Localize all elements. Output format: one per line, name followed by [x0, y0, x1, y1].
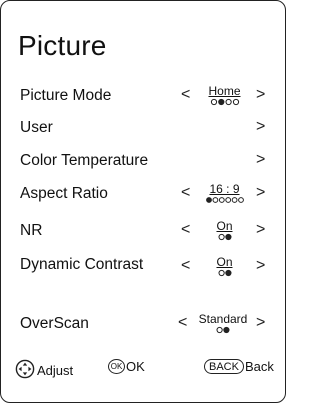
- aspect-ratio-value-text: 16 : 9: [209, 182, 240, 196]
- menu-item-label: NR: [20, 222, 43, 239]
- menu-item-picture-mode[interactable]: Picture Mode < Home >: [1, 81, 287, 109]
- chevron-left-icon[interactable]: <: [178, 314, 187, 331]
- page-indicator-dots: [197, 269, 252, 277]
- menu-item-aspect-ratio[interactable]: Aspect Ratio < 16 : 9 >: [1, 179, 287, 207]
- chevron-left-icon[interactable]: <: [181, 86, 190, 103]
- dpad-icon: [15, 359, 35, 382]
- dynamic-contrast-value-text: On: [216, 255, 233, 269]
- menu-item-color-temperature[interactable]: Color Temperature >: [1, 146, 287, 174]
- chevron-right-icon[interactable]: >: [256, 151, 265, 168]
- page-indicator-dots: [197, 98, 252, 106]
- page-title: Picture: [18, 30, 107, 61]
- picture-menu-panel: Picture Picture Mode < Home > User > Col…: [0, 0, 286, 403]
- picture-mode-value: Home: [197, 85, 252, 106]
- overscan-value-text: Standard: [198, 312, 248, 326]
- ok-label: OK: [126, 359, 145, 374]
- chevron-right-icon[interactable]: >: [256, 184, 265, 201]
- chevron-right-icon[interactable]: >: [256, 221, 265, 238]
- ok-button-icon: OK: [108, 359, 125, 374]
- menu-item-dynamic-contrast[interactable]: Dynamic Contrast < On >: [1, 252, 287, 292]
- chevron-right-icon[interactable]: >: [256, 314, 265, 331]
- back-button-icon: BACK: [204, 359, 244, 374]
- chevron-right-icon[interactable]: >: [256, 118, 265, 135]
- dynamic-contrast-value: On: [197, 256, 252, 277]
- menu-item-label: Dynamic Contrast: [20, 256, 144, 273]
- ok-hint: OK OK: [108, 359, 145, 374]
- adjust-label: Adjust: [37, 363, 74, 378]
- back-label: Back: [244, 359, 274, 374]
- page-indicator-dots: [191, 326, 255, 334]
- overscan-value: Standard: [191, 313, 255, 334]
- menu-item-user[interactable]: User >: [1, 113, 287, 141]
- back-hint: BACK Back: [204, 359, 274, 374]
- nr-value: On: [197, 220, 252, 241]
- menu-item-label: Aspect Ratio: [20, 185, 108, 202]
- chevron-left-icon[interactable]: <: [181, 257, 190, 274]
- menu-item-overscan[interactable]: OverScan < Standard >: [1, 309, 287, 337]
- chevron-right-icon[interactable]: >: [256, 257, 265, 274]
- menu-item-label: User: [20, 119, 53, 136]
- menu-item-label: OverScan: [20, 315, 89, 332]
- key-hints-bar: Adjust OK OK BACK Back: [1, 357, 287, 381]
- menu-item-nr[interactable]: NR < On >: [1, 216, 287, 244]
- menu-item-label: Color Temperature: [20, 152, 149, 169]
- page-indicator-dots: [197, 196, 252, 204]
- adjust-hint: Adjust: [15, 359, 73, 382]
- aspect-ratio-value: 16 : 9: [197, 183, 252, 204]
- nr-value-text: On: [216, 219, 233, 233]
- chevron-left-icon[interactable]: <: [181, 221, 190, 238]
- chevron-right-icon[interactable]: >: [256, 86, 265, 103]
- chevron-left-icon[interactable]: <: [181, 184, 190, 201]
- menu-item-label: Picture Mode: [20, 87, 112, 104]
- page-indicator-dots: [197, 233, 252, 241]
- picture-mode-value-text: Home: [208, 84, 241, 98]
